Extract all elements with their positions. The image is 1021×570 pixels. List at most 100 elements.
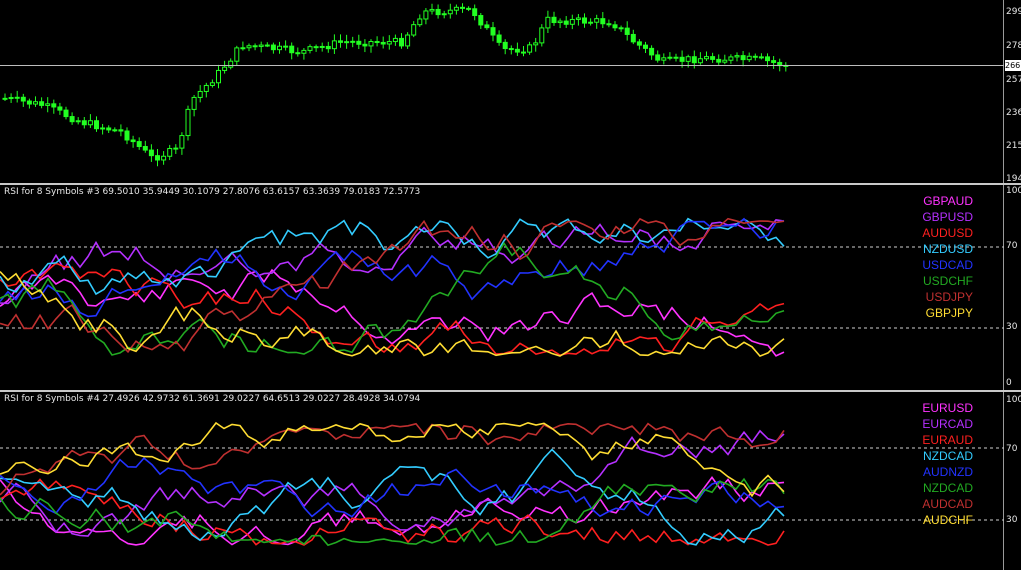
candle-body-up: [112, 129, 118, 132]
candle-body-up: [533, 42, 539, 46]
candlestick-series: [0, 3, 1004, 167]
candle-body-down: [740, 55, 746, 61]
legend-nzdcad: NZDCAD: [923, 449, 973, 463]
candle-body-up: [277, 45, 282, 51]
rsi-line-audnzd: [0, 456, 785, 518]
candle-body-up: [417, 18, 423, 26]
candle-body-up: [240, 47, 246, 50]
rsi-scale-label: 70: [1006, 444, 1018, 454]
price-scale-label: 257: [1006, 75, 1021, 85]
candle-body-up: [575, 17, 581, 20]
candle-body-down: [612, 24, 618, 29]
rsi-pane-1-lines: [0, 217, 1004, 358]
candle-body-up: [179, 135, 185, 149]
candle-body-down: [26, 100, 32, 105]
candle-body-up: [392, 37, 398, 43]
candle-body-down: [289, 45, 295, 54]
candle-body-up: [173, 147, 179, 150]
candle-body-up: [697, 58, 703, 64]
candle-body-down: [716, 58, 722, 63]
indicator-title: RSI for 8 Symbols #4 27.4926 42.9732 61.…: [4, 394, 421, 404]
candle-body-up: [283, 45, 289, 48]
candle-body-down: [460, 6, 465, 9]
candle-body-down: [399, 37, 404, 47]
candle-body-down: [606, 23, 612, 26]
candle-body-up: [307, 46, 313, 51]
candle-body-down: [435, 8, 441, 16]
candle-body-up: [228, 60, 234, 68]
candle-body-up: [234, 47, 240, 62]
legend-usdcad: USDCAD: [922, 258, 973, 272]
candle-body-up: [545, 16, 551, 29]
candle-body-up: [368, 41, 374, 47]
rsi-pane-2-plot[interactable]: RSI for 8 Symbols #4 27.4926 42.9732 61.…: [0, 392, 1004, 570]
rsi-pane-1[interactable]: RSI for 8 Symbols #3 69.5010 35.9449 30.…: [0, 185, 1021, 390]
candle-body-up: [588, 21, 594, 24]
candle-body-down: [618, 27, 624, 30]
candle-body-down: [490, 27, 496, 36]
legend-eurcad: EURCAD: [922, 417, 973, 431]
rsi-scale-label: 30: [1006, 515, 1018, 525]
rsi-line-usdchf: [0, 241, 785, 356]
candle-body-up: [746, 55, 752, 61]
legend-usdjpy: USDJPY: [925, 290, 973, 304]
rsi-scale-label: 0: [1006, 378, 1012, 388]
legend-audchf: AUDCHF: [923, 513, 973, 527]
candle-body-down: [380, 41, 386, 45]
candle-body-down: [130, 139, 136, 143]
candle-body-down: [551, 16, 557, 24]
candle-body-down: [325, 45, 331, 50]
candle-body-up: [344, 41, 350, 44]
price-scale-label: 215: [1006, 141, 1021, 151]
candle-body-down: [466, 7, 472, 10]
candle-body-up: [319, 45, 325, 48]
candle-body-up: [161, 155, 167, 161]
candle-body-up: [264, 44, 270, 47]
candle-body-up: [557, 20, 563, 24]
rsi-line-euraud: [0, 478, 785, 546]
candle-body-up: [734, 55, 740, 58]
candle-body-up: [758, 56, 764, 59]
price-chart-pane[interactable]: 299 278 257 236 215 194 266: [0, 0, 1021, 184]
indicator-title: RSI for 8 Symbols #3 69.5010 35.9449 30.…: [4, 187, 421, 197]
candle-body-down: [649, 47, 655, 56]
candle-body-up: [100, 127, 106, 130]
candle-body-down: [643, 44, 648, 49]
candle-body-up: [75, 120, 81, 123]
legend-gbpusd: GBPUSD: [922, 210, 973, 224]
candle-body-down: [51, 103, 57, 108]
candle-body-down: [124, 130, 130, 141]
candle-body-down: [356, 40, 362, 45]
rsi-pane-1-plot[interactable]: RSI for 8 Symbols #3 69.5010 35.9449 30.…: [0, 185, 1004, 390]
candle-body-down: [270, 44, 276, 51]
legend-gbpaud: GBPAUD: [923, 194, 973, 208]
candle-body-down: [20, 96, 26, 102]
rsi-line-usdcad: [0, 217, 785, 318]
candle-body-down: [94, 120, 99, 130]
rsi-scale-label: 100: [1006, 186, 1021, 196]
candle-body-up: [350, 40, 356, 43]
candle-body-up: [527, 44, 533, 53]
candle-body-down: [691, 56, 697, 64]
legend-eurusd: EURUSD: [922, 401, 973, 415]
candle-body-down: [142, 146, 148, 151]
candle-body-down: [771, 60, 777, 63]
candle-body-down: [295, 52, 301, 55]
candle-body-down: [478, 15, 484, 26]
legend-audcad: AUDCAD: [922, 497, 973, 511]
candle-body-down: [155, 155, 160, 161]
candle-body-up: [209, 82, 215, 86]
candle-body-down: [636, 41, 642, 46]
legend-nzdcad-2: NZDCAD: [923, 481, 973, 495]
candle-body-down: [148, 149, 154, 157]
candle-body-up: [191, 96, 197, 110]
candle-body-down: [521, 51, 526, 54]
rsi-scale-label: 30: [1006, 322, 1018, 332]
candle-body-down: [484, 24, 490, 29]
candle-body-down: [472, 8, 478, 17]
symbol-legend: GBPAUD GBPUSD AUDUSD NZDUSD USDCAD USDCH…: [922, 193, 973, 321]
candle-body-down: [582, 17, 587, 24]
price-plot-area[interactable]: [0, 0, 1004, 183]
candle-body-up: [222, 66, 228, 71]
rsi-pane-2[interactable]: RSI for 8 Symbols #4 27.4926 42.9732 61.…: [0, 392, 1021, 570]
